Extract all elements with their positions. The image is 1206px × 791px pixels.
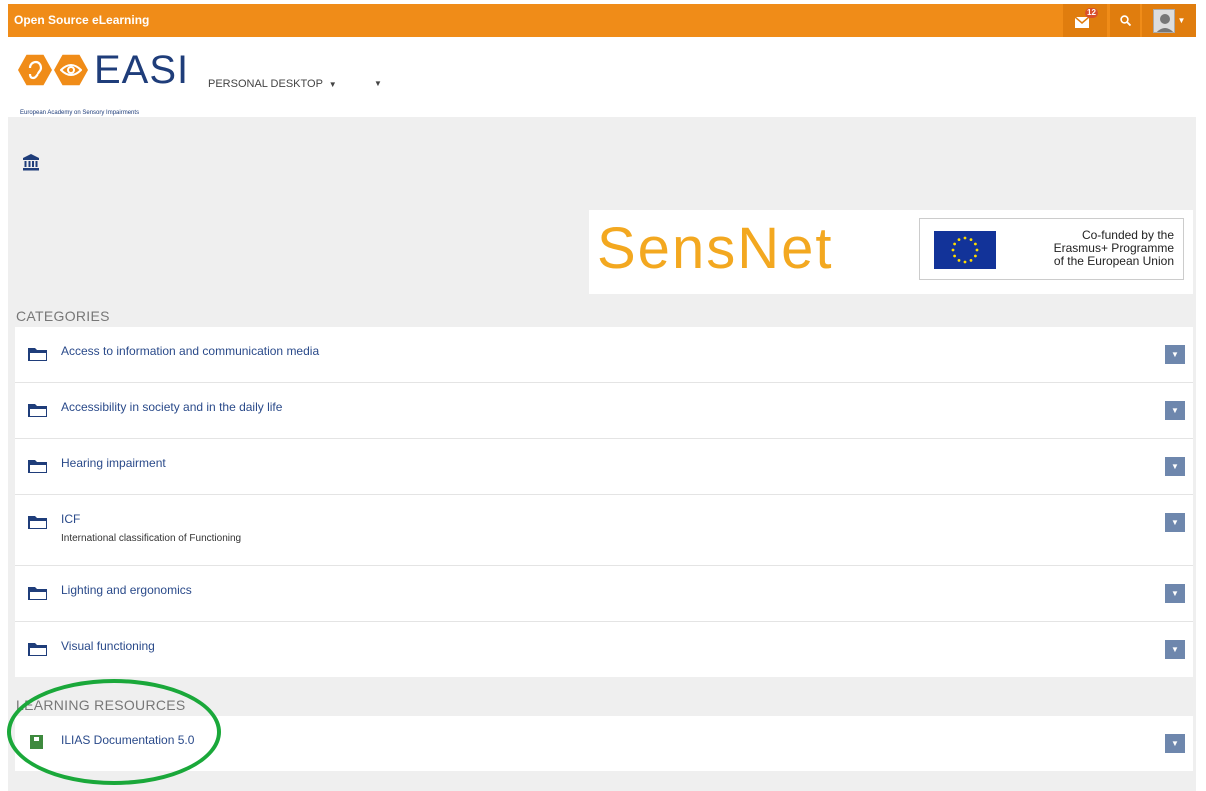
nav-repository-dropdown[interactable]: ▼ <box>374 79 382 88</box>
category-link[interactable]: Visual functioning <box>61 639 155 653</box>
mail-count-badge: 12 <box>1085 8 1098 18</box>
list-item: ILIAS Documentation 5.0 ▼ <box>15 716 1193 771</box>
category-description: International classification of Function… <box>61 533 242 544</box>
eu-cofunded-text: Co-funded by the Erasmus+ Programme of t… <box>1010 229 1174 268</box>
actions-dropdown-button[interactable]: ▼ <box>1165 457 1185 476</box>
category-link[interactable]: ICF <box>61 512 80 526</box>
list-item: ICF International classification of Func… <box>15 495 1193 566</box>
list-item: Hearing impairment ▼ <box>15 439 1193 495</box>
eu-flag-icon <box>934 231 996 269</box>
top-bar: Open Source eLearning 12 ▼ <box>8 4 1196 37</box>
repository-home-icon[interactable] <box>22 153 40 171</box>
chevron-down-icon: ▼ <box>1171 589 1179 598</box>
chevron-down-icon: ▼ <box>374 79 382 88</box>
ear-icon <box>18 54 52 86</box>
folder-icon <box>28 587 47 600</box>
categories-heading: CATEGORIES <box>16 308 110 324</box>
user-menu-button[interactable]: ▼ <box>1142 4 1196 37</box>
learning-resources-heading: LEARNING RESOURCES <box>16 697 186 713</box>
list-item: Lighting and ergonomics ▼ <box>15 566 1193 622</box>
eu-cofunded-logo: Co-funded by the Erasmus+ Programme of t… <box>919 218 1184 280</box>
nav-personal-desktop-label: PERSONAL DESKTOP <box>208 78 323 90</box>
actions-dropdown-button[interactable]: ▼ <box>1165 640 1185 659</box>
actions-dropdown-button[interactable]: ▼ <box>1165 734 1185 753</box>
chevron-down-icon: ▼ <box>1171 518 1179 527</box>
user-avatar-icon <box>1152 8 1175 33</box>
chevron-down-icon: ▼ <box>1171 645 1179 654</box>
folder-icon <box>28 460 47 473</box>
search-icon <box>1119 15 1131 26</box>
list-item: Accessibility in society and in the dail… <box>15 383 1193 439</box>
chevron-down-icon: ▼ <box>1171 462 1179 471</box>
chevron-down-icon: ▼ <box>328 80 337 89</box>
categories-list: Access to information and communication … <box>15 327 1193 677</box>
category-link[interactable]: Accessibility in society and in the dail… <box>61 400 282 414</box>
folder-icon <box>28 643 47 656</box>
learning-resource-link[interactable]: ILIAS Documentation 5.0 <box>61 733 194 747</box>
actions-dropdown-button[interactable]: ▼ <box>1165 401 1185 420</box>
mail-icon <box>1075 17 1089 28</box>
logo-subtitle: European Academy on Sensory Impairments <box>20 110 140 116</box>
search-button[interactable] <box>1110 4 1140 37</box>
chevron-down-icon: ▼ <box>1171 350 1179 359</box>
eu-line-3: of the European Union <box>1053 254 1174 268</box>
learning-resources-list: ILIAS Documentation 5.0 ▼ <box>15 716 1193 771</box>
sponsor-banner: SensNet Co-funded by the Erasmus+ Progra… <box>589 210 1193 294</box>
brand-link[interactable]: Open Source eLearning <box>14 13 149 27</box>
list-item: Visual functioning ▼ <box>15 622 1193 677</box>
chevron-down-icon: ▼ <box>1177 16 1186 25</box>
category-link[interactable]: Access to information and communication … <box>61 344 319 358</box>
folder-icon <box>28 516 47 529</box>
sensnet-logo: SensNet <box>597 216 834 281</box>
chevron-down-icon: ▼ <box>1171 739 1179 748</box>
eye-logo-icon <box>54 54 88 86</box>
learning-module-icon <box>30 735 43 749</box>
folder-icon <box>28 404 47 417</box>
chevron-down-icon: ▼ <box>1171 406 1179 415</box>
easi-logo[interactable]: EASI <box>18 50 189 90</box>
folder-icon <box>28 348 47 361</box>
category-link[interactable]: Lighting and ergonomics <box>61 583 192 597</box>
actions-dropdown-button[interactable]: ▼ <box>1165 345 1185 364</box>
main-content: SensNet Co-funded by the Erasmus+ Progra… <box>8 117 1196 791</box>
category-link[interactable]: Hearing impairment <box>61 456 166 470</box>
actions-dropdown-button[interactable]: ▼ <box>1165 513 1185 532</box>
logo-text: EASI <box>94 48 190 92</box>
nav-personal-desktop[interactable]: PERSONAL DESKTOP ▼ <box>208 78 337 90</box>
mail-button[interactable]: 12 <box>1063 4 1107 37</box>
header: EASI European Academy on Sensory Impairm… <box>8 37 1196 117</box>
list-item: Access to information and communication … <box>15 327 1193 383</box>
actions-dropdown-button[interactable]: ▼ <box>1165 584 1185 603</box>
